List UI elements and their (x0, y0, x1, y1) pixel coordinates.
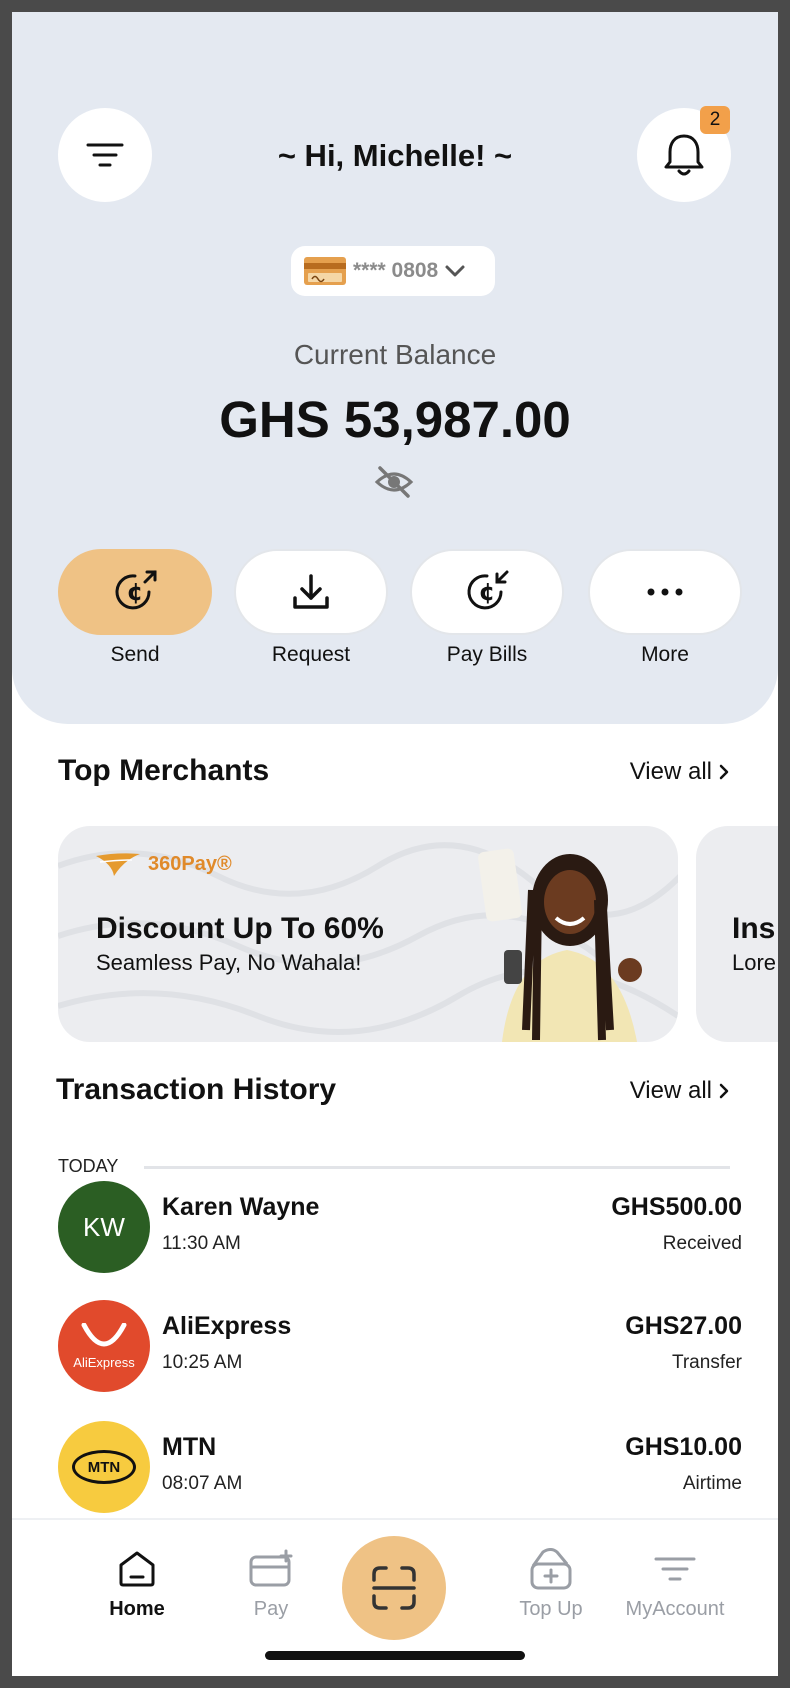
transaction-name: Karen Wayne (162, 1193, 320, 1221)
bell-icon (664, 134, 704, 176)
chevron-right-icon (719, 764, 729, 780)
avatar-initials: KW (83, 1211, 125, 1242)
pay-bills-label: Pay Bills (446, 643, 528, 666)
tab-label: Top Up (519, 1598, 583, 1620)
transactions-view-all-link[interactable]: View all (630, 1077, 730, 1105)
balance-header: ~ Hi, Michelle! ~ 2 **** 0808 Current Ba… (12, 12, 778, 724)
transaction-status: Airtime (682, 1473, 742, 1494)
request-action[interactable]: Request (234, 549, 388, 667)
svg-text:¢: ¢ (127, 578, 144, 606)
svg-text:¢: ¢ (479, 578, 496, 606)
send-action[interactable]: ¢ Send (58, 549, 212, 667)
shopping-bag-icon (81, 1322, 127, 1346)
more-action[interactable]: More (588, 549, 742, 667)
request-label: Request (271, 643, 351, 666)
chevron-down-icon (445, 265, 465, 277)
avatar: KW (58, 1181, 150, 1273)
transaction-status: Transfer (671, 1352, 742, 1373)
promo-subtitle-2: Lore (732, 950, 777, 975)
promo-person-image (478, 848, 642, 1042)
transaction-row[interactable]: KW Karen Wayne 11:30 AM GHS500.00 Receiv… (58, 1181, 742, 1273)
send-button[interactable]: ¢ (58, 549, 212, 635)
transaction-name: MTN (162, 1433, 217, 1461)
transaction-row[interactable]: AliExpress AliExpress 10:25 AM GHS27.00 … (58, 1300, 742, 1392)
transaction-time: 11:30 AM (162, 1233, 241, 1254)
send-cedi-icon: ¢ (115, 570, 157, 610)
aliexpress-logo: AliExpress (58, 1300, 150, 1392)
card-icon (304, 257, 346, 285)
account-filter-icon (654, 1557, 696, 1581)
tab-my-account[interactable]: MyAccount (610, 1546, 740, 1621)
brand-360pay: 360Pay® (94, 850, 232, 878)
top-merchants-title: Top Merchants (58, 754, 270, 787)
scan-button[interactable] (342, 1536, 446, 1640)
promo-title-2: Ins (732, 912, 776, 945)
mtn-logo: MTN (58, 1421, 150, 1513)
more-dots-icon (647, 588, 683, 596)
eye-off-icon (374, 466, 414, 498)
pay-card-icon (249, 1549, 293, 1587)
mtn-oval: MTN (72, 1450, 136, 1484)
hide-balance-toggle[interactable] (374, 464, 414, 505)
transaction-time: 08:07 AM (162, 1473, 243, 1494)
receive-cedi-icon: ¢ (467, 570, 509, 610)
wallet-plus-icon (530, 1548, 572, 1590)
brand-name: 360Pay® (148, 852, 232, 875)
chevron-right-icon (719, 1083, 729, 1099)
pay-bills-action[interactable]: ¢ Pay Bills (410, 549, 564, 667)
transaction-time: 10:25 AM (162, 1352, 243, 1373)
card-selector[interactable]: **** 0808 (291, 246, 495, 296)
view-all-label: View all (629, 1077, 712, 1104)
more-label: More (641, 643, 689, 666)
balance-label: Current Balance (293, 339, 497, 370)
tab-label: Pay (253, 1598, 289, 1620)
transaction-name: AliExpress (162, 1312, 292, 1340)
date-group-divider (144, 1166, 730, 1169)
transaction-status: Received (662, 1233, 742, 1254)
promo-banner-second[interactable]: Ins Lore (696, 826, 778, 1042)
tab-label: MyAccount (625, 1598, 725, 1620)
notification-badge: 2 (700, 106, 730, 134)
merchants-view-all-link[interactable]: View all (630, 758, 730, 786)
transaction-row[interactable]: MTN MTN 08:07 AM GHS10.00 Airtime (58, 1421, 742, 1513)
date-group-label: TODAY (58, 1156, 119, 1176)
request-button[interactable] (234, 549, 388, 635)
home-indicator (265, 1651, 525, 1660)
view-all-label: View all (629, 758, 712, 785)
tab-top-up[interactable]: Top Up (486, 1546, 616, 1621)
promo-banner-360pay[interactable]: 360Pay® Discount Up To 60% Seamless Pay,… (58, 826, 678, 1042)
download-icon (293, 574, 329, 609)
logo-text: AliExpress (73, 1354, 135, 1370)
transaction-history-title: Transaction History (56, 1073, 337, 1106)
promo-title: Discount Up To 60% (96, 912, 384, 945)
quick-actions: ¢ Send Request ¢ Pay Bills More (58, 549, 742, 679)
home-icon (119, 1551, 155, 1587)
scan-icon (372, 1566, 416, 1610)
logo-text: MTN (87, 1458, 121, 1476)
transaction-amount: GHS500.00 (611, 1193, 742, 1221)
transaction-amount: GHS10.00 (625, 1433, 742, 1461)
tab-home[interactable]: Home (72, 1546, 202, 1621)
more-button[interactable] (588, 549, 742, 635)
card-number: **** 0808 (353, 259, 439, 282)
tab-label: Home (109, 1598, 165, 1620)
app-screen: ~ Hi, Michelle! ~ 2 **** 0808 Current Ba… (12, 12, 778, 1676)
promo-subtitle: Seamless Pay, No Wahala! (96, 950, 362, 975)
balance-amount: GHS 53,987.00 (219, 391, 571, 448)
send-label: Send (110, 643, 160, 666)
pay-bills-button[interactable]: ¢ (410, 549, 564, 635)
transaction-amount: GHS27.00 (625, 1312, 742, 1340)
wing-logo-icon (96, 853, 140, 876)
tab-pay[interactable]: Pay (206, 1546, 336, 1621)
